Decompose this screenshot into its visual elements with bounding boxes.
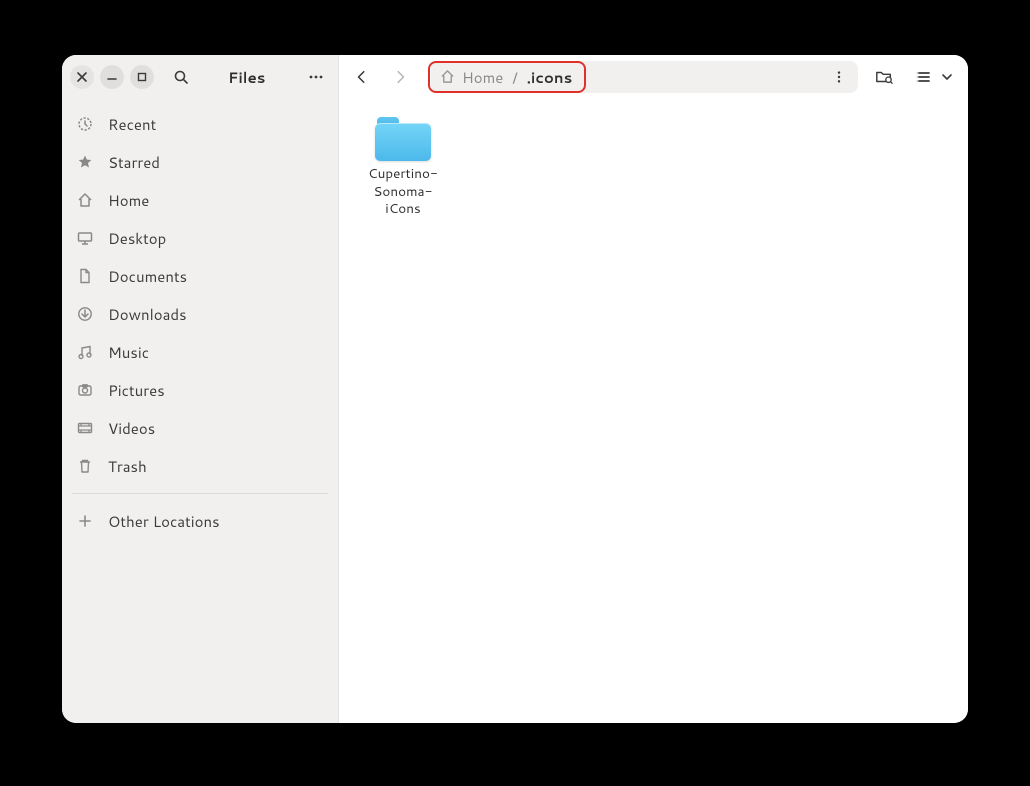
sidebar-item-label: Music [108, 342, 149, 363]
pictures-icon [76, 381, 94, 399]
sidebar-item-label: Documents [108, 266, 187, 287]
sidebar: Files Recent Starred Home Desktop [62, 55, 339, 723]
sidebar-header: Files [62, 55, 338, 99]
videos-icon [76, 419, 94, 437]
window-close-button[interactable] [70, 65, 94, 89]
recent-icon [76, 115, 94, 133]
list-view-button[interactable] [910, 62, 938, 92]
file-label: Cupertino-Sonoma-iCons [359, 165, 447, 218]
more-horizontal-icon [308, 69, 324, 85]
breadcrumb-current[interactable]: .icons [527, 67, 573, 88]
desktop-icon [76, 229, 94, 247]
sidebar-item-label: Recent [108, 114, 156, 135]
home-icon [76, 191, 94, 209]
more-vertical-icon [832, 70, 846, 84]
window-maximize-button[interactable] [130, 65, 154, 89]
sidebar-item-starred[interactable]: Starred [62, 143, 338, 181]
folder-item[interactable]: Cupertino-Sonoma-iCons [359, 117, 447, 218]
sidebar-more-button[interactable] [302, 63, 330, 91]
sidebar-item-label: Desktop [108, 228, 166, 249]
sidebar-item-recent[interactable]: Recent [62, 105, 338, 143]
content-header: Home / .icons [339, 55, 968, 99]
view-mode-control [910, 62, 956, 92]
breadcrumb-label: Home [462, 67, 503, 88]
sidebar-item-downloads[interactable]: Downloads [62, 295, 338, 333]
sidebar-divider [72, 493, 328, 494]
home-icon [440, 69, 456, 85]
minimize-icon [106, 71, 118, 83]
sidebar-item-pictures[interactable]: Pictures [62, 371, 338, 409]
sidebar-item-label: Videos [108, 418, 155, 439]
search-icon [173, 69, 189, 85]
maximize-icon [136, 71, 148, 83]
path-bar: Home / .icons [431, 61, 858, 93]
sidebar-item-music[interactable]: Music [62, 333, 338, 371]
view-dropdown-button[interactable] [938, 62, 956, 92]
window-minimize-button[interactable] [100, 65, 124, 89]
file-manager-window: Files Recent Starred Home Desktop [62, 55, 968, 723]
folder-icon [375, 117, 431, 161]
breadcrumb-home[interactable]: Home [440, 67, 503, 88]
chevron-right-icon [393, 70, 407, 84]
path-bar-highlight: Home / .icons [428, 61, 586, 93]
plus-icon [76, 512, 94, 530]
app-title: Files [228, 67, 265, 88]
downloads-icon [76, 305, 94, 323]
forward-button[interactable] [383, 61, 417, 93]
sidebar-item-videos[interactable]: Videos [62, 409, 338, 447]
sidebar-item-label: Pictures [108, 380, 165, 401]
content-pane: Home / .icons [339, 55, 968, 723]
sidebar-item-home[interactable]: Home [62, 181, 338, 219]
chevron-left-icon [355, 70, 369, 84]
sidebar-item-label: Home [108, 190, 149, 211]
sidebar-item-desktop[interactable]: Desktop [62, 219, 338, 257]
sidebar-item-label: Starred [108, 152, 160, 173]
sidebar-item-trash[interactable]: Trash [62, 447, 338, 485]
star-icon [76, 153, 94, 171]
back-button[interactable] [345, 61, 379, 93]
sidebar-item-other-locations[interactable]: Other Locations [62, 502, 338, 540]
path-menu-button[interactable] [826, 64, 852, 90]
sidebar-item-label: Trash [108, 456, 147, 477]
trash-icon [76, 457, 94, 475]
list-icon [916, 69, 932, 85]
files-area[interactable]: Cupertino-Sonoma-iCons [339, 99, 968, 723]
folder-search-button[interactable] [868, 61, 900, 93]
music-icon [76, 343, 94, 361]
close-icon [76, 71, 88, 83]
sidebar-item-label: Downloads [108, 304, 187, 325]
documents-icon [76, 267, 94, 285]
breadcrumb-label: .icons [527, 67, 573, 88]
chevron-down-icon [942, 72, 952, 82]
sidebar-item-documents[interactable]: Documents [62, 257, 338, 295]
sidebar-item-label: Other Locations [108, 511, 220, 532]
sidebar-list: Recent Starred Home Desktop Documents Do… [62, 99, 338, 546]
breadcrumb-separator: / [512, 67, 517, 88]
folder-search-icon [875, 68, 893, 86]
sidebar-search-button[interactable] [168, 64, 194, 90]
